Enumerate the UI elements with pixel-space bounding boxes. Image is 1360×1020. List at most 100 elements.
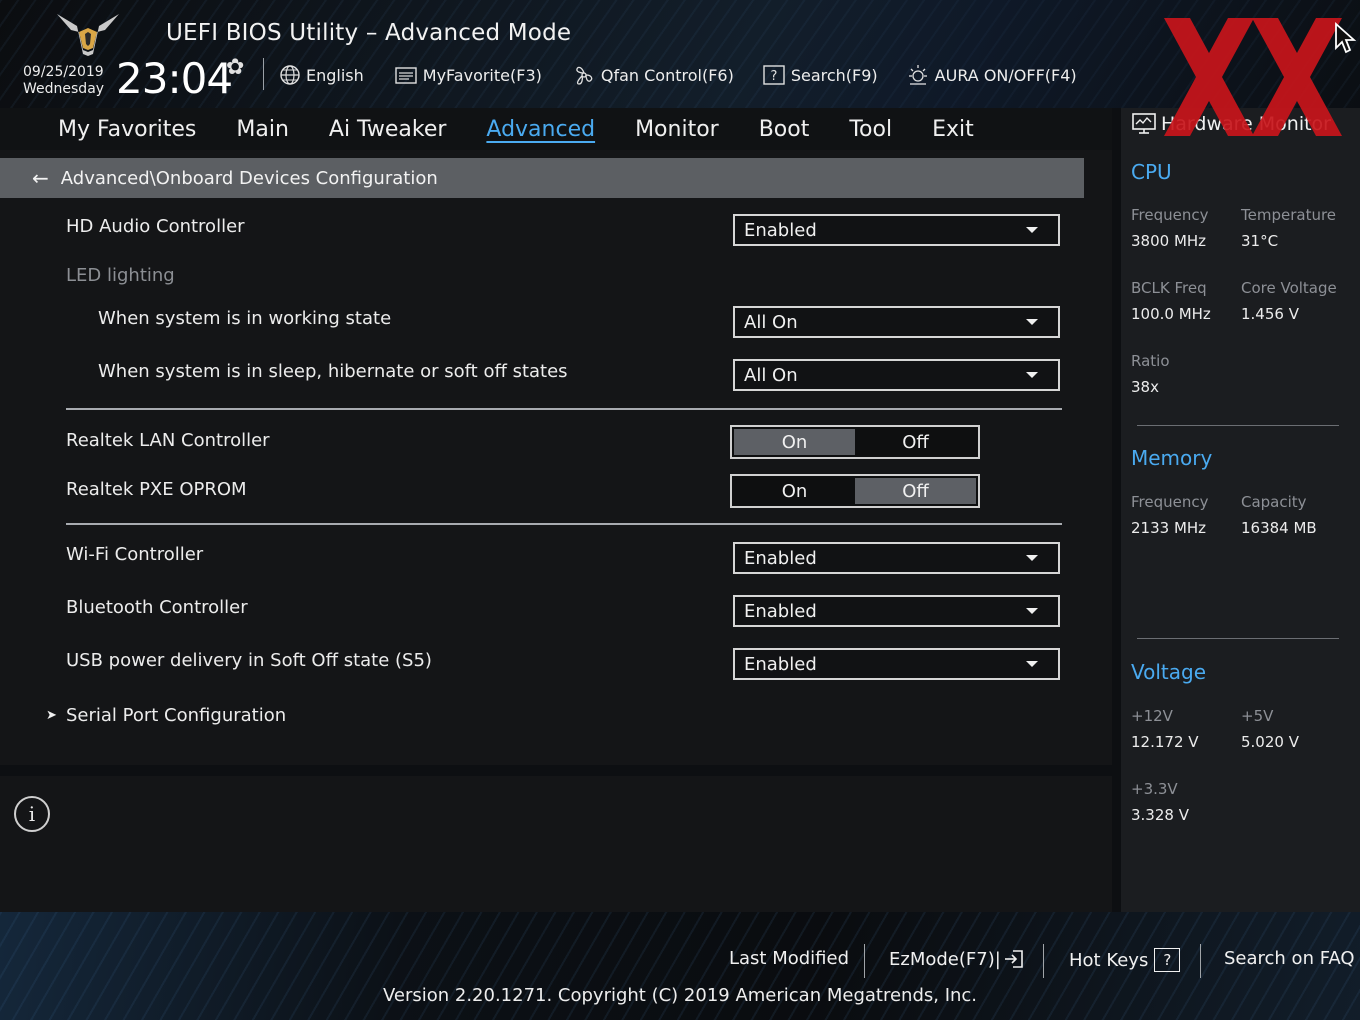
breadcrumb: ← Advanced\Onboard Devices Configuration (0, 158, 1084, 198)
pxe-on-option[interactable]: On (734, 478, 855, 504)
bclk-label: BCLK Freq (1131, 279, 1207, 297)
led-sleep-value: All On (744, 364, 798, 386)
monitor-icon (1132, 113, 1156, 134)
chevron-down-icon (1026, 372, 1038, 378)
cpu-frequency-value: 3800 MHz (1131, 232, 1207, 250)
v12-label: +12V (1131, 707, 1173, 725)
hot-keys-help-icon: ? (1154, 948, 1181, 972)
menu-monitor[interactable]: Monitor (635, 117, 719, 142)
hd-audio-value: Enabled (744, 219, 817, 241)
qfan-label: Qfan Control(F6) (600, 65, 734, 85)
lan-controller-toggle[interactable]: On Off (730, 425, 980, 459)
footer-separator (1200, 944, 1201, 978)
aura-label: AURA ON/OFF(F4) (934, 65, 1077, 85)
menu-tool[interactable]: Tool (849, 117, 892, 142)
footer-separator (864, 944, 865, 978)
core-voltage-value: 1.456 V (1241, 305, 1299, 323)
wifi-value: Enabled (744, 547, 817, 569)
breadcrumb-path: Advanced\Onboard Devices Configuration (60, 167, 438, 189)
hd-audio-dropdown[interactable]: Enabled (733, 214, 1060, 246)
ratio-label: Ratio (1131, 352, 1170, 370)
led-working-value: All On (744, 311, 798, 333)
menu-boot[interactable]: Boot (759, 117, 810, 142)
v5-value: 5.020 V (1241, 733, 1299, 751)
aura-light-icon (908, 65, 927, 85)
chevron-down-icon (1026, 608, 1038, 614)
wifi-controller-label: Wi-Fi Controller (66, 544, 204, 565)
myfavorite-button[interactable]: MyFavorite(F3) (394, 65, 542, 85)
chevron-down-icon (1026, 319, 1038, 325)
hot-keys-label: Hot Keys (1069, 949, 1149, 971)
language-label: English (306, 65, 364, 85)
fan-icon (576, 66, 593, 85)
tuf-logo-icon (57, 14, 119, 56)
footer-links: Last Modified EzMode(F7)| Hot Keys ? Sea… (0, 944, 1360, 978)
chevron-down-icon (1026, 555, 1038, 561)
usb-power-value: Enabled (744, 653, 817, 675)
pxe-off-option[interactable]: Off (855, 478, 976, 504)
chevron-down-icon (1026, 661, 1038, 667)
clock-settings-gear-icon[interactable]: ✿ (226, 55, 244, 80)
submenu-arrow-icon: ➤ (46, 708, 57, 723)
memory-heading: Memory (1131, 446, 1213, 470)
menu-main[interactable]: Main (236, 117, 289, 142)
app-title: UEFI BIOS Utility – Advanced Mode (166, 20, 572, 46)
bluetooth-controller-dropdown[interactable]: Enabled (733, 595, 1060, 627)
memory-capacity-value: 16384 MB (1241, 519, 1317, 537)
hd-audio-label: HD Audio Controller (66, 216, 245, 237)
favorite-list-icon (395, 67, 417, 84)
lan-off-option[interactable]: Off (855, 429, 976, 455)
search-label: Search(F9) (790, 65, 878, 85)
hardware-monitor-label: Hardware Monitor (1161, 113, 1331, 135)
v33-value: 3.328 V (1131, 806, 1189, 824)
help-info-panel: i (0, 776, 1112, 912)
globe-icon (280, 65, 300, 85)
date-display: 09/25/2019 Wednesday (23, 64, 104, 98)
hot-keys-button[interactable]: Hot Keys ? (1069, 948, 1181, 972)
v12-value: 12.172 V (1131, 733, 1199, 751)
v33-label: +3.3V (1131, 780, 1178, 798)
memory-frequency-value: 2133 MHz (1131, 519, 1207, 537)
ezmode-button[interactable]: EzMode(F7)| (889, 948, 1025, 970)
hardware-monitor-title: Hardware Monitor (1131, 112, 1331, 136)
last-modified-button[interactable]: Last Modified (729, 948, 849, 969)
qfan-control-button[interactable]: Qfan Control(F6) (572, 63, 734, 87)
bclk-value: 100.0 MHz (1131, 305, 1211, 323)
weekday-text: Wednesday (23, 81, 105, 97)
search-button[interactable]: ? Search(F9) (762, 64, 878, 86)
hw-divider (1137, 638, 1339, 639)
cpu-heading: CPU (1131, 160, 1172, 184)
ratio-value: 38x (1131, 378, 1159, 396)
settings-panel: ← Advanced\Onboard Devices Configuration… (0, 150, 1112, 765)
led-working-label: When system is in working state (98, 308, 392, 329)
usb-power-dropdown[interactable]: Enabled (733, 648, 1060, 680)
menu-my-favorites[interactable]: My Favorites (58, 117, 196, 142)
lan-on-option[interactable]: On (734, 429, 855, 455)
serial-port-config-link[interactable]: Serial Port Configuration (66, 705, 286, 726)
version-copyright: Version 2.20.1271. Copyright (C) 2019 Am… (382, 985, 978, 1006)
svg-text:?: ? (770, 69, 777, 84)
pxe-oprom-toggle[interactable]: On Off (730, 474, 980, 508)
chevron-down-icon (1026, 227, 1038, 233)
cpu-temperature-label: Temperature (1241, 206, 1337, 224)
menu-exit[interactable]: Exit (932, 117, 974, 142)
led-sleep-dropdown[interactable]: All On (733, 359, 1060, 391)
lan-controller-label: Realtek LAN Controller (66, 430, 270, 451)
hardware-monitor-panel: Hardware Monitor CPU Frequency Temperatu… (1121, 108, 1360, 912)
main-menu: My Favorites Main Ai Tweaker Advanced Mo… (0, 108, 1112, 150)
cpu-temperature-value: 31°C (1241, 232, 1279, 250)
back-arrow-icon[interactable]: ← (32, 166, 49, 190)
bluetooth-controller-label: Bluetooth Controller (66, 597, 248, 618)
language-button[interactable]: English (279, 64, 364, 86)
aura-toggle-button[interactable]: AURA ON/OFF(F4) (906, 63, 1077, 87)
led-working-dropdown[interactable]: All On (733, 306, 1060, 338)
hw-divider (1137, 425, 1339, 426)
voltage-heading: Voltage (1131, 660, 1207, 684)
search-faq-button[interactable]: Search on FAQ (1224, 948, 1355, 969)
menu-advanced[interactable]: Advanced (486, 117, 595, 142)
usb-power-label: USB power delivery in Soft Off state (S5… (66, 650, 432, 671)
wifi-controller-dropdown[interactable]: Enabled (733, 542, 1060, 574)
mouse-cursor-icon (1335, 22, 1356, 54)
menu-ai-tweaker[interactable]: Ai Tweaker (329, 117, 447, 142)
bluetooth-value: Enabled (744, 600, 817, 622)
